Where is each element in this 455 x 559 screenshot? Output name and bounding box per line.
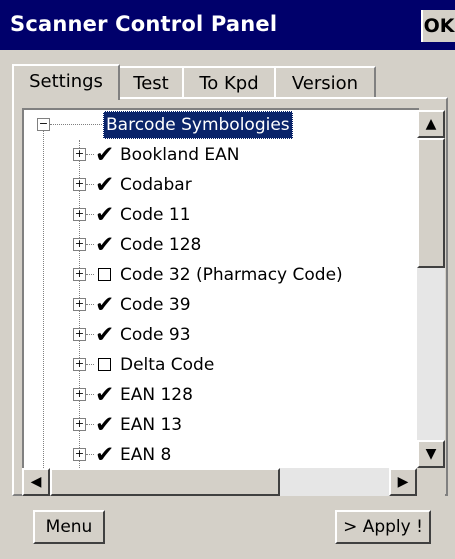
expand-icon[interactable]: +: [73, 358, 86, 371]
symbology-tree[interactable]: − Barcode Symbologies + ✔ Bookland EAN + ✔ Co…: [22, 108, 419, 470]
tree-connector-line: [86, 214, 94, 215]
tab-version[interactable]: Version: [274, 66, 376, 99]
tree-item-label: EAN 128: [120, 385, 193, 405]
tree-connector-line: [50, 124, 102, 125]
expand-icon[interactable]: +: [73, 298, 86, 311]
scroll-up-arrow-icon[interactable]: ▲: [417, 110, 445, 138]
expand-icon[interactable]: +: [73, 328, 86, 341]
collapse-icon[interactable]: −: [37, 118, 50, 131]
tree-item-label: Code 32 (Pharmacy Code): [120, 265, 343, 285]
tree-item-label: Code 93: [120, 325, 191, 345]
tree-connector-line: [86, 334, 94, 335]
expand-icon[interactable]: +: [73, 418, 86, 431]
expand-icon[interactable]: +: [73, 388, 86, 401]
tree-item[interactable]: + Code 32 (Pharmacy Code): [24, 260, 419, 290]
checkmark-icon[interactable]: ✔: [95, 410, 114, 440]
vertical-scroll-thumb[interactable]: [417, 138, 445, 268]
checkmark-icon[interactable]: ✔: [95, 140, 114, 170]
tree-item-label: Codabar: [120, 175, 192, 195]
tree-item[interactable]: + Delta Code: [24, 350, 419, 380]
checkmark-icon[interactable]: ✔: [95, 290, 114, 320]
unchecked-box-icon[interactable]: [98, 268, 111, 281]
apply-button[interactable]: > Apply !: [335, 510, 431, 544]
checkmark-icon[interactable]: ✔: [95, 320, 114, 350]
tree-item-label: EAN 8: [120, 445, 172, 465]
tab-settings[interactable]: Settings: [12, 64, 120, 100]
checkmark-icon[interactable]: ✔: [95, 380, 114, 410]
tree-connector-line: [86, 424, 94, 425]
tree-item[interactable]: + ✔ Code 93: [24, 320, 419, 350]
scroll-right-arrow-icon[interactable]: ▶: [389, 468, 417, 496]
tree-item[interactable]: + ✔ Codabar: [24, 170, 419, 200]
scroll-left-arrow-icon[interactable]: ◀: [22, 468, 50, 496]
expand-icon[interactable]: +: [73, 448, 86, 461]
tree-root-row[interactable]: − Barcode Symbologies: [24, 110, 419, 140]
tree-item[interactable]: + ✔ Code 39: [24, 290, 419, 320]
tree-item[interactable]: + ✔ Code 11: [24, 200, 419, 230]
scroll-down-arrow-icon[interactable]: ▼: [417, 440, 445, 468]
expand-icon[interactable]: +: [73, 208, 86, 221]
tree-item-label: Code 11: [120, 205, 191, 225]
tree-item[interactable]: + ✔ Code 128: [24, 230, 419, 260]
checkmark-icon[interactable]: ✔: [95, 200, 114, 230]
tree-item-label: EAN 13: [120, 415, 183, 435]
tree-connector-line: [86, 244, 94, 245]
tree-item[interactable]: + ✔ EAN 128: [24, 380, 419, 410]
tree-connector-line: [86, 364, 94, 365]
tree-connector-line: [86, 184, 94, 185]
tab-test[interactable]: Test: [118, 66, 184, 99]
window-title: Scanner Control Panel: [10, 12, 278, 36]
tree-connector-line: [86, 394, 94, 395]
expand-icon[interactable]: +: [73, 148, 86, 161]
menu-button[interactable]: Menu: [33, 510, 105, 544]
tree-connector-line: [86, 454, 94, 455]
tree-item[interactable]: + ✔ Bookland EAN: [24, 140, 419, 170]
checkmark-icon[interactable]: ✔: [95, 230, 114, 260]
expand-icon[interactable]: +: [73, 178, 86, 191]
expand-icon[interactable]: +: [73, 268, 86, 281]
tree-connector-line: [86, 154, 94, 155]
unchecked-box-icon[interactable]: [98, 358, 111, 371]
title-bar: Scanner Control Panel OK: [0, 0, 455, 50]
tree-item[interactable]: + ✔ EAN 8: [24, 440, 419, 470]
tree-connector-line: [86, 274, 94, 275]
checkmark-icon[interactable]: ✔: [95, 170, 114, 200]
checkmark-icon[interactable]: ✔: [95, 440, 114, 470]
vertical-scrollbar[interactable]: ▲ ▼: [417, 110, 445, 468]
tree-item[interactable]: + ✔ EAN 13: [24, 410, 419, 440]
tree-item-label: Code 128: [120, 235, 202, 255]
ok-button[interactable]: OK: [421, 10, 455, 42]
horizontal-scroll-thumb[interactable]: [50, 468, 280, 496]
tree-item-label: Bookland EAN: [120, 145, 240, 165]
tree-item-label: Code 39: [120, 295, 191, 315]
tab-to-kpd[interactable]: To Kpd: [182, 66, 276, 99]
horizontal-scrollbar[interactable]: ◀ ▶: [22, 468, 417, 496]
tree-root-label[interactable]: Barcode Symbologies: [103, 111, 293, 139]
tree-connector-line: [86, 304, 94, 305]
tree-item-label: Delta Code: [120, 355, 215, 375]
expand-icon[interactable]: +: [73, 238, 86, 251]
scrollbar-corner: [417, 468, 445, 496]
